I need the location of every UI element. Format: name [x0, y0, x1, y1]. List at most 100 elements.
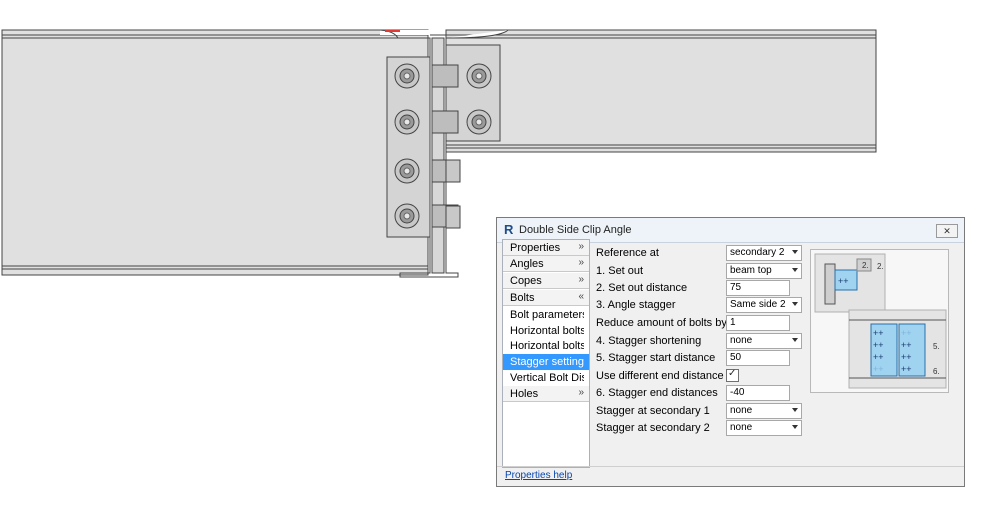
svg-text:++: ++: [838, 276, 849, 286]
nav-label: Horizontal bolts se...: [510, 340, 584, 352]
dropdown-arrow-icon: [792, 408, 798, 412]
nav-item-horizontal-bolts-main[interactable]: Horizontal bolts m...: [503, 323, 589, 339]
nav-section-copes[interactable]: Copes »: [503, 273, 589, 289]
footer-divider: [497, 466, 964, 467]
checkmark-icon: ✓: [728, 368, 737, 379]
input-value: -40: [730, 387, 745, 398]
nav-item-vertical-bolt-distance[interactable]: Vertical Bolt Dista...: [503, 370, 589, 386]
select-value: none: [730, 422, 753, 433]
bolt-nut-icon: [445, 159, 461, 183]
stagger-start-distance-input[interactable]: 50: [726, 350, 790, 366]
close-button[interactable]: ✕: [936, 224, 958, 238]
nav-section-holes[interactable]: Holes »: [503, 386, 589, 402]
nav-label: Horizontal bolts m...: [510, 325, 584, 337]
bolt-head-icon: [394, 158, 420, 184]
nav-label: Bolt parameters: [510, 309, 584, 321]
stagger-secondary-1-select[interactable]: none: [726, 403, 802, 419]
double-side-clip-angle-dialog: R Double Side Clip Angle ✕ Properties » …: [496, 217, 965, 487]
preview-label: 2.: [862, 261, 869, 270]
field-label: Stagger at secondary 1: [596, 405, 710, 417]
field-label: Use different end distance: [596, 370, 724, 382]
field-label: 5. Stagger start distance: [596, 352, 716, 364]
input-value: 75: [730, 282, 742, 293]
nav-item-horizontal-bolts-secondary[interactable]: Horizontal bolts se...: [503, 338, 589, 354]
svg-text:++: ++: [873, 352, 884, 362]
select-value: secondary 2: [730, 247, 785, 258]
chevron-down-icon: »: [578, 241, 584, 252]
preview-drawing: 2. 2. ++ ++ ++ ++ ++ ++ ++ ++ ++ 5. 6.: [811, 250, 948, 392]
field-label: 2. Set out distance: [596, 282, 688, 294]
form-row-stagger-secondary-1: Stagger at secondary 1 none: [596, 403, 956, 419]
chevron-up-icon: «: [578, 291, 584, 302]
preview-label: 6.: [933, 367, 940, 376]
svg-text:++: ++: [901, 352, 912, 362]
field-label: 3. Angle stagger: [596, 299, 676, 311]
input-value: 1: [730, 317, 736, 328]
app-logo-icon: R: [504, 222, 514, 237]
select-value: none: [730, 335, 753, 346]
svg-text:++: ++: [901, 340, 912, 350]
dropdown-arrow-icon: [792, 250, 798, 254]
select-value: Same side 2: [730, 299, 786, 310]
bolt-head-icon: [394, 63, 420, 89]
bolt-nut-icon: [445, 205, 461, 229]
field-label: 4. Stagger shortening: [596, 335, 702, 347]
preview-label: 2.: [877, 262, 884, 271]
use-different-end-distance-checkbox[interactable]: ✓: [726, 368, 739, 382]
field-label: Reduce amount of bolts by: [596, 317, 727, 329]
field-label: Stagger at secondary 2: [596, 422, 710, 434]
chevron-down-icon: »: [578, 257, 584, 268]
secondary-beam: [445, 29, 877, 153]
select-value: beam top: [730, 265, 772, 276]
chevron-down-icon: »: [578, 274, 584, 285]
angle-stagger-select[interactable]: Same side 2: [726, 297, 802, 313]
bolt-head-icon: [394, 203, 420, 229]
reference-at-select[interactable]: secondary 2: [726, 245, 802, 261]
nav-label: Angles: [510, 258, 544, 270]
input-value: 50: [730, 352, 742, 363]
dropdown-arrow-icon: [792, 302, 798, 306]
nav-label: Holes: [510, 388, 539, 400]
field-label: 1. Set out: [596, 265, 644, 277]
field-label: Reference at: [596, 247, 659, 259]
bolt-head-icon: [394, 109, 420, 135]
svg-text:++: ++: [873, 364, 884, 374]
stagger-end-distances-input[interactable]: -40: [726, 385, 790, 401]
nav-section-bolts[interactable]: Bolts «: [503, 290, 589, 306]
preview-label: 5.: [933, 342, 940, 351]
svg-text:++: ++: [901, 364, 912, 374]
stagger-shortening-select[interactable]: none: [726, 333, 802, 349]
set-out-distance-input[interactable]: 75: [726, 280, 790, 296]
set-out-select[interactable]: beam top: [726, 263, 802, 279]
nav-section-angles[interactable]: Angles »: [503, 256, 589, 272]
stagger-secondary-2-select[interactable]: none: [726, 420, 802, 436]
nav-item-stagger-settings[interactable]: Stagger settings: [503, 354, 589, 370]
reduce-bolts-input[interactable]: 1: [726, 315, 790, 331]
field-label: 6. Stagger end distances: [596, 387, 718, 399]
bolt-head-icon: [466, 109, 492, 135]
chevron-down-icon: »: [578, 387, 584, 398]
select-value: none: [730, 405, 753, 416]
properties-help-link[interactable]: Properties help: [505, 470, 572, 481]
nav-label: Copes: [510, 275, 542, 287]
bolt-shank-icon: [431, 110, 459, 134]
nav-item-bolt-parameters[interactable]: Bolt parameters: [503, 307, 589, 323]
svg-text:++: ++: [873, 328, 884, 338]
stagger-preview-diagram: 2. 2. ++ ++ ++ ++ ++ ++ ++ ++ ++ 5. 6.: [810, 249, 949, 393]
bolt-head-icon: [466, 63, 492, 89]
dropdown-arrow-icon: [792, 338, 798, 342]
form-row-stagger-secondary-2: Stagger at secondary 2 none: [596, 420, 956, 436]
nav-label: Stagger settings: [510, 356, 584, 368]
dropdown-arrow-icon: [792, 268, 798, 272]
svg-text:++: ++: [901, 328, 912, 338]
dropdown-arrow-icon: [792, 425, 798, 429]
bolt-shank-icon: [431, 64, 459, 88]
svg-text:++: ++: [873, 340, 884, 350]
dialog-title: Double Side Clip Angle: [519, 224, 632, 236]
nav-label: Vertical Bolt Dista...: [510, 372, 584, 384]
nav-label: Bolts: [510, 292, 535, 304]
properties-navigation: Properties » Angles » Copes » Bolts « Bo…: [502, 239, 590, 468]
nav-section-properties[interactable]: Properties »: [503, 240, 589, 256]
primary-beam: [1, 29, 429, 276]
nav-label: Properties: [510, 242, 561, 254]
